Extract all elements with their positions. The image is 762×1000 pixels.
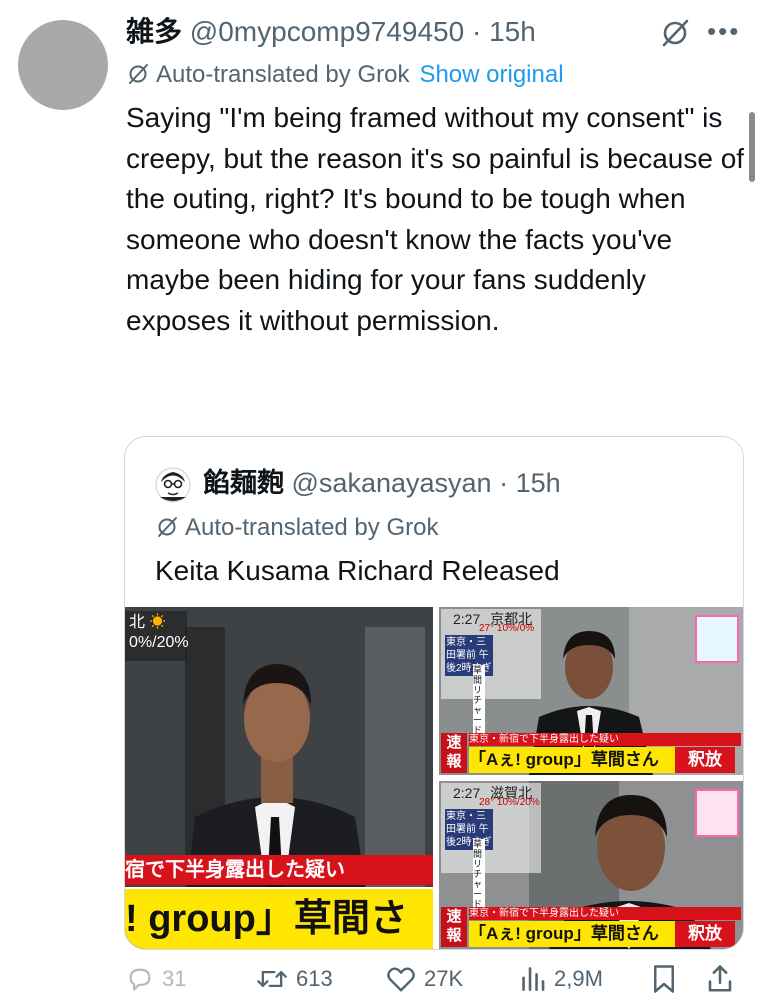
weather-icon: ☀: [149, 614, 166, 631]
release-badge: 釈放: [675, 921, 735, 947]
quote-text: Keita Kusama Richard Released: [155, 555, 560, 586]
studio-thumbnail: [695, 615, 739, 663]
more-icon[interactable]: •••: [707, 16, 747, 50]
quote-author-name[interactable]: 餡麺麭: [203, 468, 284, 498]
author-handle[interactable]: @0mypcomp9749450: [190, 16, 464, 47]
grok-translate-icon: [129, 64, 148, 84]
breaking-char-2: 報: [446, 927, 462, 944]
temp-label: 27° 10%/0%: [479, 623, 535, 634]
quote-translation-notice: Auto-translated by Grok: [155, 511, 438, 545]
media-image-left[interactable]: 北 ☀ 0%/20% 宿で下半身露出した疑い ! group」草間さ: [125, 607, 433, 949]
views-count: 2,9M: [554, 966, 603, 991]
breaking-char-1: 速: [446, 908, 462, 925]
tweet-text: Saying "I'm being framed without my cons…: [126, 102, 745, 336]
vertical-name: 草間リチャード敬太さん: [473, 839, 485, 907]
like-button[interactable]: 27K: [386, 960, 463, 998]
caption-top: 東京・新宿で下半身露出した疑い: [469, 907, 741, 920]
action-bar: 31 613 27K 2,9M: [0, 960, 762, 1000]
grok-translate-icon: [158, 517, 177, 537]
caption-main: 「Aぇ! group」草間さん: [469, 747, 675, 773]
views-button[interactable]: 2,9M: [520, 960, 603, 998]
media-grid: 北 ☀ 0%/20% 宿で下半身露出した疑い ! group」草間さ 2:27 …: [125, 607, 743, 949]
caption-top: 宿で下半身露出した疑い: [125, 855, 433, 885]
breaking-char-2: 報: [446, 753, 462, 770]
studio-thumbnail: [695, 789, 739, 837]
tweet-header: 雑多 @0mypcomp9749450 · 15h: [126, 14, 536, 50]
breaking-char-1: 速: [446, 734, 462, 751]
reply-button[interactable]: 31: [126, 960, 186, 998]
quote-author-handle[interactable]: @sakanayasyan: [292, 468, 492, 498]
bookmark-button[interactable]: [650, 960, 686, 998]
retweet-count: 613: [296, 966, 333, 991]
location-label: 東京・三田署前 午後2時すぎ: [445, 809, 493, 850]
media-image-top-right[interactable]: 2:27 京都北 27° 10%/0% 東京・三田署前 午後2時すぎ 草間リチャ…: [439, 607, 743, 775]
location-label: 東京・三田署前 午後2時すぎ: [445, 635, 493, 676]
share-button[interactable]: [706, 960, 742, 998]
media-image-bottom-right[interactable]: 2:27 滋賀北 28° 10%/20% 東京・三田署前 午後2時すぎ 草間リチ…: [439, 781, 743, 949]
grok-icon[interactable]: [658, 16, 692, 50]
reply-count: 31: [162, 966, 187, 991]
weather-overlay: 北 ☀ 0%/20%: [125, 611, 189, 661]
breaking-badge: 速 報: [441, 733, 467, 773]
temp-label: 28° 10%/20%: [479, 797, 540, 808]
views-icon: [522, 967, 545, 991]
translation-label: Auto-translated by Grok: [156, 61, 410, 88]
caption-top: 東京・新宿で下半身露出した疑い: [469, 733, 741, 746]
caption-main: ! group」草間さ: [125, 887, 433, 949]
translation-notice: Auto-translated by Grok Show original: [126, 58, 564, 92]
avatar[interactable]: [18, 20, 108, 110]
vertical-name: 草間リチャード敬太さん: [473, 665, 485, 733]
scrollbar[interactable]: [749, 112, 755, 182]
heart-icon: [387, 967, 415, 992]
release-badge: 釈放: [675, 747, 735, 773]
retweet-icon: [257, 971, 287, 987]
weather-pct: 0%/20%: [129, 634, 189, 651]
quote-header: 餡麺麭 @sakanayasyan · 15h: [203, 465, 561, 501]
reply-icon: [129, 968, 151, 991]
like-count: 27K: [424, 966, 464, 991]
tweet-time[interactable]: 15h: [489, 16, 536, 47]
retweet-button[interactable]: 613: [256, 960, 333, 998]
caption-main: 「Aぇ! group」草間さん: [469, 921, 675, 947]
weather-city: 北: [129, 614, 146, 631]
time-label: 2:27: [453, 785, 481, 801]
time-label: 2:27: [453, 611, 481, 627]
separator: ·: [499, 468, 509, 498]
author-name[interactable]: 雑多: [126, 16, 182, 47]
quote-avatar[interactable]: [155, 467, 191, 503]
separator: ·: [471, 16, 482, 47]
quote-time[interactable]: 15h: [516, 468, 561, 498]
share-icon: [708, 965, 732, 992]
quote-tweet[interactable]: 餡麺麭 @sakanayasyan · 15h Auto-translated …: [124, 436, 744, 950]
breaking-badge: 速 報: [441, 907, 467, 947]
show-original-link[interactable]: Show original: [419, 61, 563, 88]
quote-translation-label: Auto-translated by Grok: [185, 514, 439, 541]
bookmark-icon: [654, 965, 674, 993]
